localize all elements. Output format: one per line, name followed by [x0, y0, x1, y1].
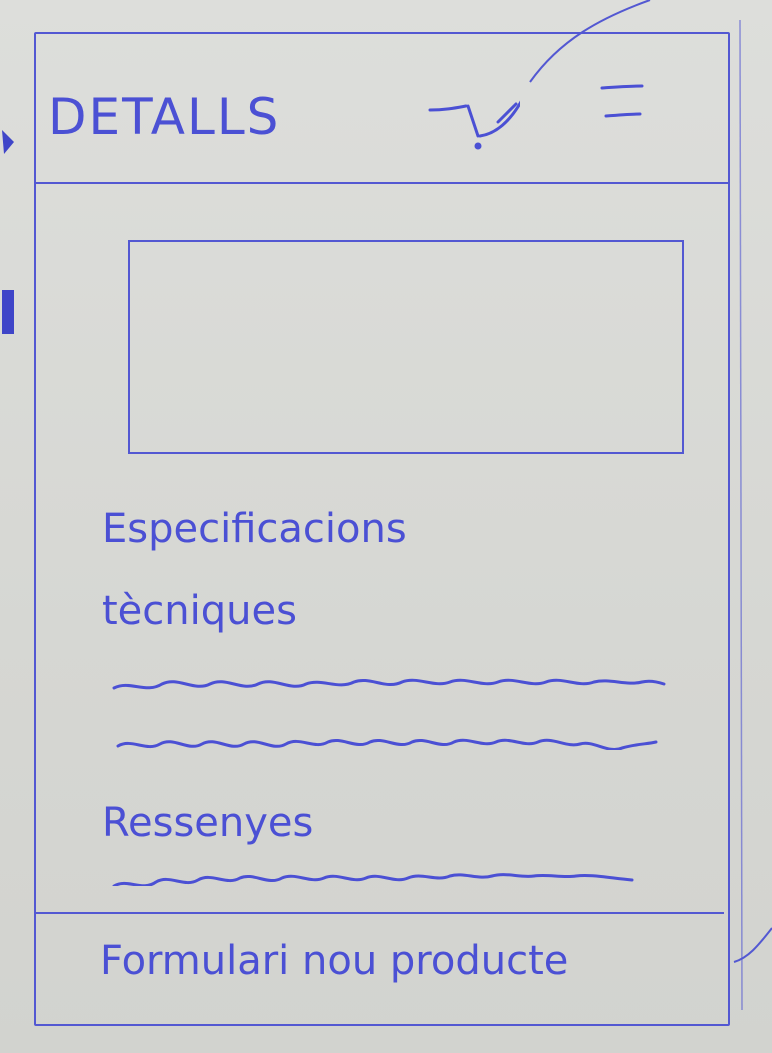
shopping-cart-icon[interactable]	[400, 70, 540, 150]
text-placeholder-line	[112, 873, 634, 886]
technical-specs-heading: Especificacions	[102, 506, 407, 552]
reviews-heading: Ressenyes	[102, 800, 314, 846]
product-image-placeholder	[128, 240, 684, 454]
text-placeholder-line	[116, 738, 658, 750]
technical-specs-heading-line2: tècniques	[102, 588, 297, 634]
page-title: DETALLS	[48, 88, 281, 146]
new-product-form-label: Formulari nou producte	[100, 938, 569, 984]
hamburger-menu-icon[interactable]	[566, 52, 646, 154]
new-product-form-footer[interactable]: Formulari nou producte	[34, 912, 724, 1012]
text-placeholder-line	[112, 678, 666, 690]
